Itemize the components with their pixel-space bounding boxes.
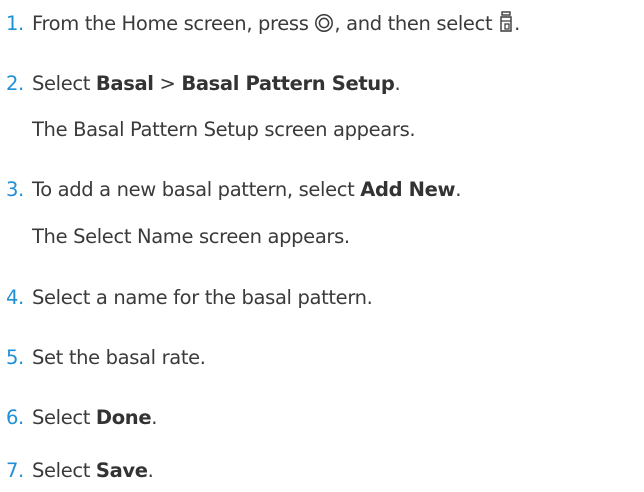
menu-path-basal: Basal	[95, 72, 154, 95]
step-5: 5. Set the basal rate.	[6, 343, 206, 373]
menu-path-save: Save	[95, 459, 148, 482]
step-1: 1. From the Home screen, press , and then…	[6, 9, 520, 39]
step-text: >	[153, 72, 182, 95]
step-text: Select	[32, 459, 96, 482]
menu-path-add-new: Add New	[360, 178, 456, 201]
reservoir-icon	[498, 11, 514, 42]
step-number: 2.	[6, 72, 24, 95]
step-text: Set the basal rate.	[32, 346, 206, 369]
step-text: .	[147, 459, 154, 482]
step-4: 4. Select a name for the basal pattern.	[6, 283, 373, 313]
step-6: 6. Select Done.	[6, 403, 157, 433]
step-3-result: The Select Name screen appears.	[32, 225, 350, 248]
step-number: 4.	[6, 286, 24, 309]
step-text: Select	[32, 406, 96, 429]
step-7: 7. Select Save.	[6, 456, 154, 486]
step-3: 3. To add a new basal pattern, select Add…	[6, 175, 461, 205]
step-text: .	[394, 72, 401, 95]
step-text: Select a name for the basal pattern.	[32, 286, 373, 309]
step-text: To add a new basal pattern, select	[32, 178, 361, 201]
step-number: 7.	[6, 459, 24, 482]
step-number: 3.	[6, 178, 24, 201]
step-text: .	[151, 406, 158, 429]
step-text: From the Home screen, press	[32, 12, 315, 35]
step-text: , and then select	[334, 12, 499, 35]
step-text: .	[514, 12, 520, 35]
step-2: 2. Select Basal > Basal Pattern Setup.	[6, 69, 401, 99]
step-number: 6.	[6, 406, 24, 429]
menu-path-done: Done	[95, 406, 152, 429]
step-number: 1.	[6, 12, 24, 35]
step-text: .	[455, 178, 462, 201]
step-number: 5.	[6, 346, 24, 369]
step-text: Select	[32, 72, 96, 95]
step-2-result: The Basal Pattern Setup screen appears.	[32, 118, 416, 141]
menu-button-icon	[314, 12, 334, 42]
menu-path-basal-pattern-setup: Basal Pattern Setup	[181, 72, 395, 95]
